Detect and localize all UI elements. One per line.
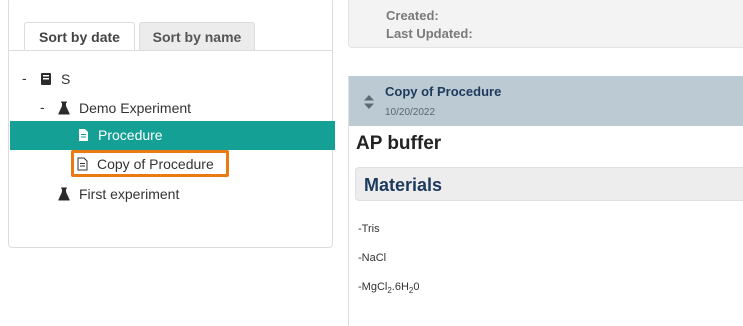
materials-section-header: Materials: [355, 167, 743, 201]
tree-item-label: Procedure: [98, 127, 163, 143]
tree-item-root[interactable]: S: [39, 67, 70, 91]
last-updated-label: Last Updated:: [386, 26, 473, 41]
material-item: -MgCl2.6H20: [358, 281, 420, 296]
metadata-panel: Created: Last Updated:: [348, 0, 743, 48]
created-label: Created:: [386, 8, 439, 23]
document-icon: [76, 128, 90, 142]
material-item: -Tris: [358, 223, 380, 235]
sort-icon[interactable]: [363, 94, 375, 115]
tab-divider: [9, 50, 332, 51]
procedure-panel: Copy of Procedure 10/20/2022 AP buffer M…: [348, 76, 743, 326]
procedure-date: 10/20/2022: [385, 107, 436, 118]
document-title: AP buffer: [356, 133, 442, 154]
highlight-outline: [71, 150, 229, 177]
tree-item-procedure[interactable]: Procedure: [10, 121, 335, 150]
tab-sort-by-name[interactable]: Sort by name: [139, 22, 255, 51]
flask-icon: [57, 101, 71, 115]
procedure-header[interactable]: Copy of Procedure 10/20/2022: [349, 76, 743, 126]
tree-item-procedure-content: Procedure: [76, 123, 163, 147]
tree-item-first-experiment[interactable]: First experiment: [57, 182, 179, 206]
procedure-title: Copy of Procedure: [385, 84, 502, 99]
materials-heading: Materials: [364, 175, 443, 195]
notebook-icon: [39, 72, 53, 86]
navigation-panel: Sort by date Sort by name - S - Demo Exp…: [8, 0, 335, 248]
flask-icon: [57, 187, 71, 201]
collapse-toggle-experiment[interactable]: -: [40, 99, 45, 115]
tree-item-demo-experiment[interactable]: Demo Experiment: [57, 96, 191, 120]
tree-item-label: Demo Experiment: [79, 100, 192, 116]
tab-sort-by-date[interactable]: Sort by date: [24, 22, 135, 51]
tree-item-label: S: [61, 71, 71, 87]
collapse-toggle-root[interactable]: -: [22, 70, 27, 86]
material-item: -NaCl: [358, 252, 387, 264]
tree-item-label: First experiment: [79, 186, 180, 202]
